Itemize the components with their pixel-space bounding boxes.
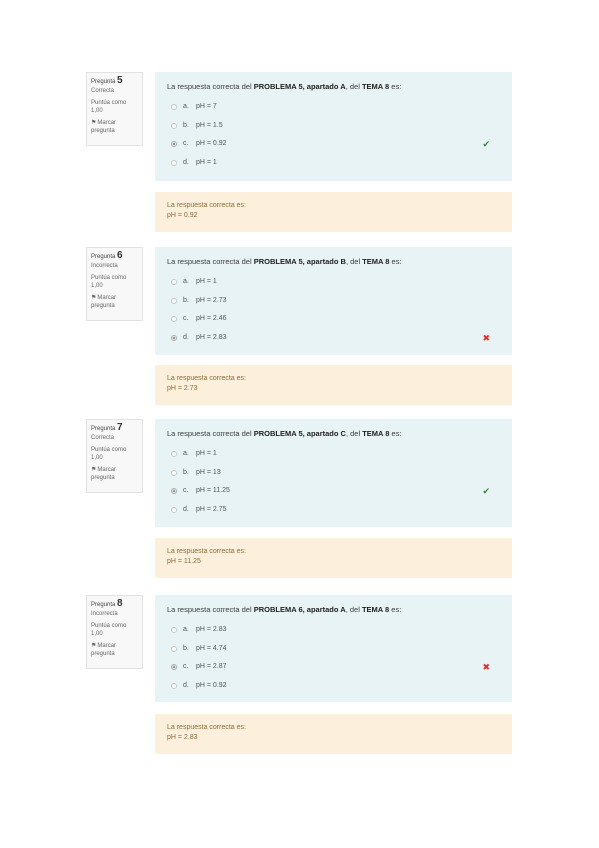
question-status: Incorrecta — [91, 263, 118, 269]
question-formulation: La respuesta correcta del PROBLEMA 6, ap… — [155, 595, 512, 702]
question-label: Pregunta — [91, 79, 116, 85]
radio-button[interactable] — [171, 645, 177, 652]
correct-answer-feedback: La respuesta correcta es: pH = 2.73 — [155, 365, 512, 405]
answer-option-selected[interactable]: c. pH = 11.25 ✔ — [167, 484, 502, 503]
question-number: 8 — [117, 598, 123, 609]
question-label: Pregunta — [91, 602, 116, 608]
radio-button-checked[interactable] — [171, 664, 177, 670]
flag-question-link[interactable]: ⚑Marcar pregunta — [91, 642, 138, 658]
radio-button[interactable] — [171, 159, 177, 166]
flag-icon: ⚑ — [91, 467, 97, 473]
question-text: La respuesta correcta del PROBLEMA 6, ap… — [167, 605, 402, 614]
answer-option[interactable]: a. pH = 1 — [167, 275, 502, 294]
question-info-panel: Pregunta 7 Correcta Puntúa como 1,00 ⚑Ma… — [86, 419, 143, 493]
question-info-panel: Pregunta 8 Incorrecta Puntúa como 1,00 ⚑… — [86, 595, 143, 669]
radio-button-checked[interactable] — [171, 488, 177, 494]
answer-option[interactable]: a. pH = 1 — [167, 447, 502, 466]
answer-options: a. pH = 1 b. pH = 13 c. pH = 11.25 ✔ d. pH = … — [167, 447, 502, 521]
feedback-label: La respuesta correcta es: — [167, 548, 246, 555]
answer-option[interactable]: b. pH = 2.73 — [167, 294, 502, 313]
flag-icon: ⚑ — [91, 295, 97, 301]
incorrect-cross-icon: ✖ — [482, 332, 490, 343]
answer-option[interactable]: b. pH = 13 — [167, 466, 502, 485]
correct-check-icon: ✔ — [482, 139, 490, 149]
question-status: Correcta — [91, 88, 115, 94]
question-number: 6 — [117, 250, 123, 261]
answer-option[interactable]: d. pH = 2.75 — [167, 503, 502, 522]
feedback-label: La respuesta correcta es: — [167, 202, 246, 209]
feedback-answer: pH = 0.92 — [167, 212, 198, 219]
radio-button[interactable] — [171, 316, 177, 322]
answer-options: a. pH = 2.83 b. pH = 4.74 c. pH = 2.87 ✖ d. p… — [167, 623, 502, 697]
question-text: La respuesta correcta del PROBLEMA 5, ap… — [167, 257, 402, 266]
question-status: Incorrecta — [91, 611, 118, 617]
flag-icon: ⚑ — [91, 120, 97, 126]
question-text: La respuesta correcta del PROBLEMA 5, ap… — [167, 429, 402, 438]
answer-options: a. pH = 1 b. pH = 2.73 c. pH = 2.46 d. pH = … — [167, 275, 502, 349]
flag-icon: ⚑ — [91, 643, 97, 649]
question-grade: Puntúa como 1,00 — [91, 100, 127, 114]
radio-button[interactable] — [171, 682, 177, 689]
answer-option[interactable]: d. pH = 1 — [167, 156, 502, 175]
correct-check-icon: ✔ — [482, 486, 490, 496]
question-formulation: La respuesta correcta del PROBLEMA 5, ap… — [155, 419, 512, 527]
question-info-panel: Pregunta 5 Correcta Puntúa como 1,00 ⚑Ma… — [86, 72, 143, 146]
answer-option[interactable]: c. pH = 2.46 — [167, 312, 502, 331]
radio-button[interactable] — [171, 279, 177, 285]
flag-question-link[interactable]: ⚑Marcar pregunta — [91, 294, 138, 310]
incorrect-cross-icon: ✖ — [482, 662, 490, 672]
question-formulation: La respuesta correcta del PROBLEMA 5, ap… — [155, 72, 512, 181]
question-label: Pregunta — [91, 254, 116, 260]
radio-button[interactable] — [171, 297, 177, 304]
flag-question-link[interactable]: ⚑Marcar pregunta — [91, 466, 138, 482]
question-number: 7 — [117, 422, 123, 433]
correct-answer-feedback: La respuesta correcta es: pH = 0.92 — [155, 192, 512, 232]
correct-answer-feedback: La respuesta correcta es: pH = 11.25 — [155, 538, 512, 578]
answer-option[interactable]: d. pH = 0.92 — [167, 679, 502, 698]
flag-question-link[interactable]: ⚑Marcar pregunta — [91, 119, 138, 135]
answer-option-selected[interactable]: c. pH = 0.92 ✔ — [167, 137, 502, 156]
feedback-answer: pH = 11.25 — [167, 558, 201, 565]
answer-option[interactable]: b. pH = 1.5 — [167, 119, 502, 138]
question-text: La respuesta correcta del PROBLEMA 5, ap… — [167, 82, 402, 91]
radio-button-checked[interactable] — [171, 141, 177, 147]
feedback-label: La respuesta correcta es: — [167, 375, 246, 382]
answer-option[interactable]: a. pH = 7 — [167, 100, 502, 119]
question-grade: Puntúa como 1,00 — [91, 275, 127, 289]
radio-button[interactable] — [171, 104, 177, 110]
question-status: Correcta — [91, 435, 115, 441]
correct-answer-feedback: La respuesta correcta es: pH = 2.83 — [155, 714, 512, 754]
radio-button-checked[interactable] — [171, 334, 177, 341]
radio-button[interactable] — [171, 122, 177, 129]
question-number: 5 — [117, 75, 123, 86]
question-formulation: La respuesta correcta del PROBLEMA 5, ap… — [155, 247, 512, 355]
radio-button[interactable] — [171, 469, 177, 476]
feedback-label: La respuesta correcta es: — [167, 724, 246, 731]
question-info-panel: Pregunta 6 Incorrecta Puntúa como 1,00 ⚑… — [86, 247, 143, 321]
answer-option-selected[interactable]: c. pH = 2.87 ✖ — [167, 660, 502, 679]
question-grade: Puntúa como 1,00 — [91, 447, 127, 461]
feedback-answer: pH = 2.83 — [167, 734, 198, 741]
question-label: Pregunta — [91, 426, 116, 432]
answer-options: a. pH = 7 b. pH = 1.5 c. pH = 0.92 ✔ d. pH = … — [167, 100, 502, 174]
answer-option-selected[interactable]: d. pH = 2.83 ✖ — [167, 331, 502, 350]
answer-option[interactable]: b. pH = 4.74 — [167, 642, 502, 661]
radio-button[interactable] — [171, 506, 177, 513]
question-grade: Puntúa como 1,00 — [91, 623, 127, 637]
feedback-answer: pH = 2.73 — [167, 385, 198, 392]
radio-button[interactable] — [171, 451, 177, 457]
answer-option[interactable]: a. pH = 2.83 — [167, 623, 502, 642]
radio-button[interactable] — [171, 627, 177, 633]
